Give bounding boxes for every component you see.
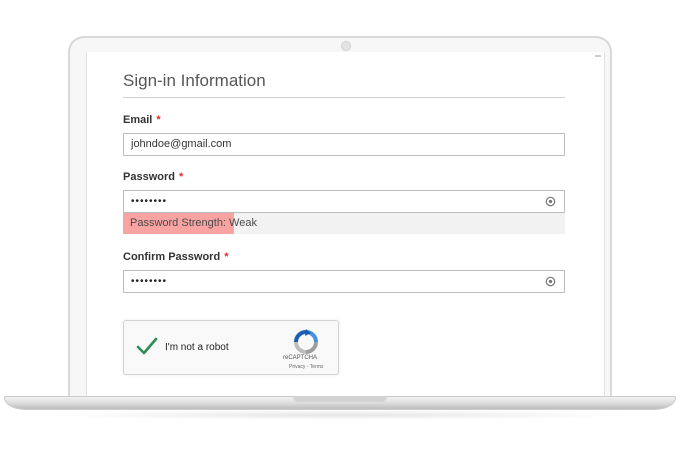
email-value: johndoe@gmail.com [131,138,232,150]
password-strength-text: Password Strength: Weak [130,217,257,229]
recaptcha-widget: I'm not a robot reCAPTCHA Privacy - Term… [123,320,339,375]
password-field[interactable]: •••••••• [123,190,565,213]
password-label: Password * [123,171,183,183]
recaptcha-brand: reCAPTCHA [283,355,318,361]
recaptcha-label: I'm not a robot [165,342,229,353]
email-field[interactable]: johndoe@gmail.com [123,133,565,156]
email-label: Email * [123,114,161,126]
laptop-screen: Sign-in Information Email * johndoe@gmail… [86,52,605,396]
eye-icon[interactable] [545,196,556,207]
checkmark-icon[interactable] [136,336,158,356]
required-marker: * [178,171,184,183]
recaptcha-logo-icon [294,329,318,354]
laptop-notch [293,396,387,402]
webcam-icon [341,41,351,51]
section-title: Sign-in Information [123,71,266,90]
email-label-text: Email [123,114,153,126]
confirm-password-field[interactable]: •••••••• [123,270,565,293]
divider [123,97,565,98]
confirm-password-label: Confirm Password * [123,251,228,263]
confirm-password-label-text: Confirm Password [123,251,221,263]
password-label-text: Password [123,171,175,183]
required-marker: * [156,114,161,126]
laptop-shadow [40,410,640,420]
eye-icon[interactable] [545,276,556,287]
laptop-mockup: Sign-in Information Email * johndoe@gmail… [0,0,680,450]
scrollbar[interactable] [595,55,601,57]
password-value: •••••••• [131,196,168,207]
required-marker: * [224,251,229,263]
confirm-password-value: •••••••• [131,276,168,287]
password-strength-meter: Password Strength: Weak [123,213,565,234]
recaptcha-links[interactable]: Privacy - Terms [289,364,323,370]
